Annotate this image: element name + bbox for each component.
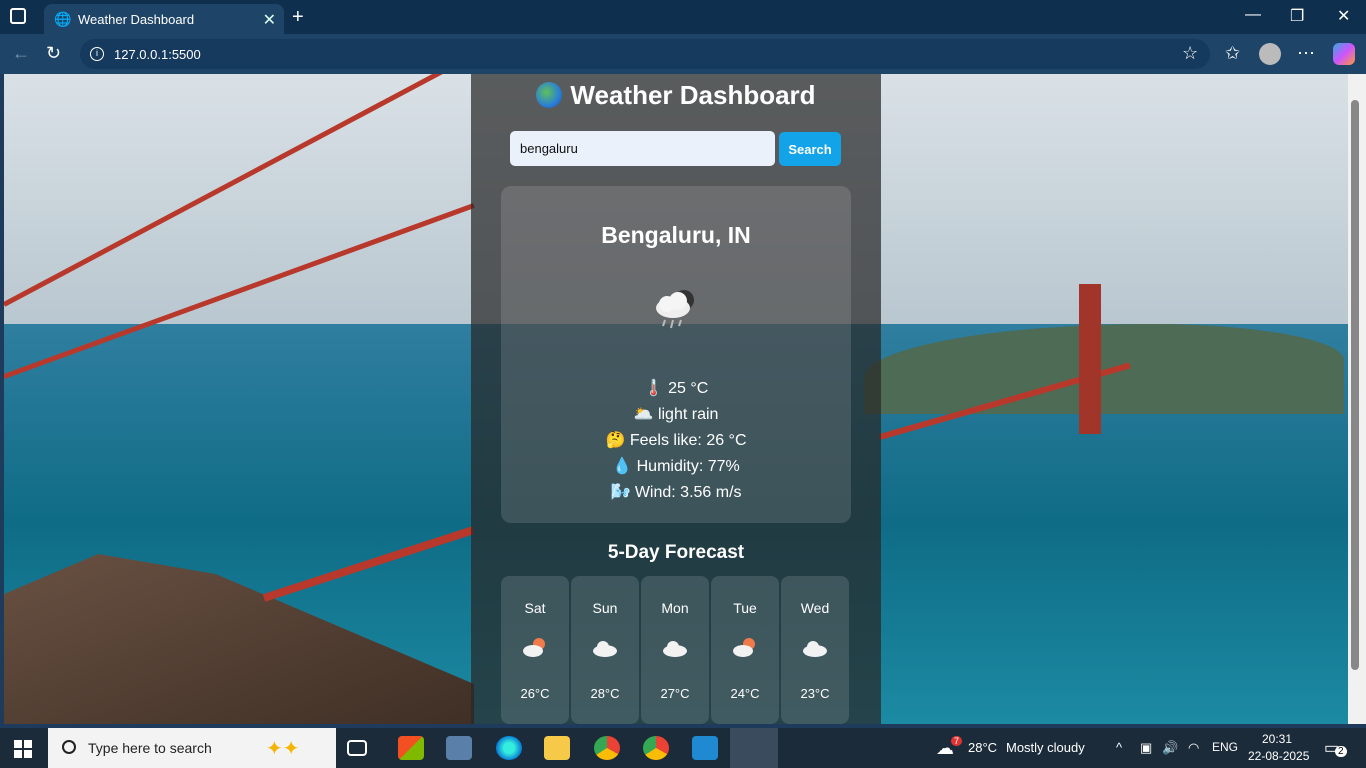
temperature: 🌡️ 25 °C <box>501 378 851 398</box>
browser-toolbar: ← ↻ i 127.0.0.1:5500 ☆ ✩ ⋯ <box>0 34 1366 74</box>
cloud-sun-icon <box>523 638 545 657</box>
city-name: Bengaluru, IN <box>601 222 751 248</box>
taskbar-search-placeholder: Type here to search <box>88 740 212 756</box>
forecast-day: Tue 24°C <box>711 576 779 724</box>
search-icon <box>62 740 76 754</box>
page-title: Weather Dashboard <box>471 80 881 111</box>
forecast-day: Mon 27°C <box>641 576 709 724</box>
forecast-temp: 28°C <box>590 686 620 701</box>
url-text: 127.0.0.1:5500 <box>114 46 201 62</box>
notifications-count: 2 <box>1335 746 1347 757</box>
humidity: 💧 Humidity: 77% <box>501 456 851 476</box>
site-info-icon[interactable]: i <box>90 47 104 61</box>
chrome-icon[interactable] <box>594 736 620 760</box>
clock-date[interactable]: 22-08-2025 <box>1248 749 1309 763</box>
forecast-temp: 27°C <box>660 686 690 701</box>
windows-start-icon[interactable] <box>14 740 32 758</box>
more-menu-icon[interactable]: ⋯ <box>1297 43 1315 64</box>
minimize-icon[interactable]: — <box>1245 6 1261 24</box>
tray-app-icon[interactable]: ▣ <box>1140 740 1152 756</box>
taskbar-weather-desc[interactable]: Mostly cloudy <box>1006 740 1085 755</box>
wind-value: Wind: 3.56 m/s <box>634 484 742 501</box>
address-bar[interactable]: i 127.0.0.1:5500 <box>80 39 1210 69</box>
taskbar: Type here to search ✦✦ ☁ 7 28°C Mostly c… <box>0 728 1366 768</box>
sidebar-toggle-icon[interactable] <box>10 8 26 24</box>
task-view-icon[interactable] <box>347 740 367 756</box>
forecast-day-name: Sat <box>524 600 546 616</box>
feels-like-value: Feels like: 26 °C <box>629 432 747 449</box>
wind-icon: 🌬️ <box>610 484 631 501</box>
weather-badge: 7 <box>951 736 963 746</box>
forecast-day: Wed 23°C <box>781 576 849 724</box>
search-button[interactable]: Search <box>779 132 841 166</box>
browser-titlebar: 🌐 Weather Dashboard ✕ + — ❐ ✕ <box>0 0 1366 34</box>
current-weather-card: Bengaluru, IN 🌡️ 25 °C 🌥️ light rain 🤔 F… <box>501 186 851 523</box>
vscode-icon[interactable] <box>692 736 718 760</box>
droplet-icon: 💧 <box>612 458 633 475</box>
feels-like: 🤔 Feels like: 26 °C <box>501 430 851 450</box>
cloud-icon <box>663 641 687 657</box>
wifi-icon[interactable]: ◠ <box>1188 740 1199 756</box>
taskbar-weather-temp[interactable]: 28°C <box>968 740 997 755</box>
weather-description: 🌥️ light rain <box>501 404 851 424</box>
taskbar-search[interactable]: Type here to search ✦✦ <box>48 728 336 768</box>
forecast-day-name: Sun <box>592 600 618 616</box>
thermometer-icon: 🌡️ <box>643 380 664 397</box>
favorite-star-icon[interactable]: ☆ <box>1182 43 1198 64</box>
store-icon[interactable] <box>398 736 424 760</box>
edge-active-icon[interactable] <box>730 728 778 768</box>
language-indicator[interactable]: ENG <box>1212 740 1238 754</box>
cloud-icon <box>803 641 827 657</box>
clock-time[interactable]: 20:31 <box>1262 732 1292 746</box>
page-title-text: Weather Dashboard <box>570 80 816 110</box>
scrollbar-thumb[interactable] <box>1351 100 1359 670</box>
refresh-icon[interactable]: ↻ <box>46 43 61 64</box>
forecast-day-name: Tue <box>733 600 757 616</box>
cloud-icon: 🌥️ <box>633 406 654 423</box>
wind: 🌬️ Wind: 3.56 m/s <box>501 482 851 502</box>
tab-title: Weather Dashboard <box>78 11 195 27</box>
volume-icon[interactable]: 🔊 <box>1162 740 1178 756</box>
globe-icon: 🌐 <box>54 11 72 27</box>
temperature-value: 25 °C <box>668 380 709 397</box>
weather-panel: Weather Dashboard Search Bengaluru, IN 🌡… <box>471 74 881 724</box>
profile-avatar[interactable] <box>1259 43 1281 65</box>
cloud-sun-icon <box>733 638 755 657</box>
file-explorer-icon[interactable] <box>544 736 570 760</box>
description-value: light rain <box>657 406 719 423</box>
humidity-value: Humidity: 77% <box>636 458 740 475</box>
favorites-icon[interactable]: ✩ <box>1225 43 1240 64</box>
bridge-tower <box>1079 284 1101 434</box>
app-icon[interactable] <box>446 736 472 760</box>
new-tab-icon[interactable]: + <box>292 6 304 29</box>
back-icon[interactable]: ← <box>12 43 30 64</box>
forecast-day: Sun 28°C <box>571 576 639 724</box>
forecast-temp: 24°C <box>730 686 760 701</box>
maximize-icon[interactable]: ❐ <box>1290 6 1304 26</box>
copilot-icon[interactable] <box>1333 43 1355 65</box>
forecast-title: 5-Day Forecast <box>607 542 745 563</box>
forecast-temp: 26°C <box>520 686 550 701</box>
close-window-icon[interactable]: ✕ <box>1337 6 1350 26</box>
forecast-temp: 23°C <box>800 686 830 701</box>
edge-icon[interactable] <box>496 736 522 760</box>
forecast-day-name: Mon <box>661 600 689 616</box>
close-tab-icon[interactable]: ✕ <box>263 10 276 30</box>
cloud-icon <box>593 641 617 657</box>
copilot-sparkle-icon: ✦✦ <box>266 738 300 760</box>
cloud-rain-icon <box>656 290 694 329</box>
forecast-day-name: Wed <box>800 600 830 616</box>
thinking-face-icon: 🤔 <box>605 432 626 449</box>
earth-icon <box>536 82 563 108</box>
chevron-up-icon[interactable]: ^ <box>1116 740 1122 755</box>
city-search-input[interactable] <box>510 131 775 166</box>
browser-tab[interactable]: 🌐 Weather Dashboard ✕ <box>44 4 284 34</box>
chrome-icon[interactable] <box>643 736 669 760</box>
forecast-day: Sat 26°C <box>501 576 569 724</box>
